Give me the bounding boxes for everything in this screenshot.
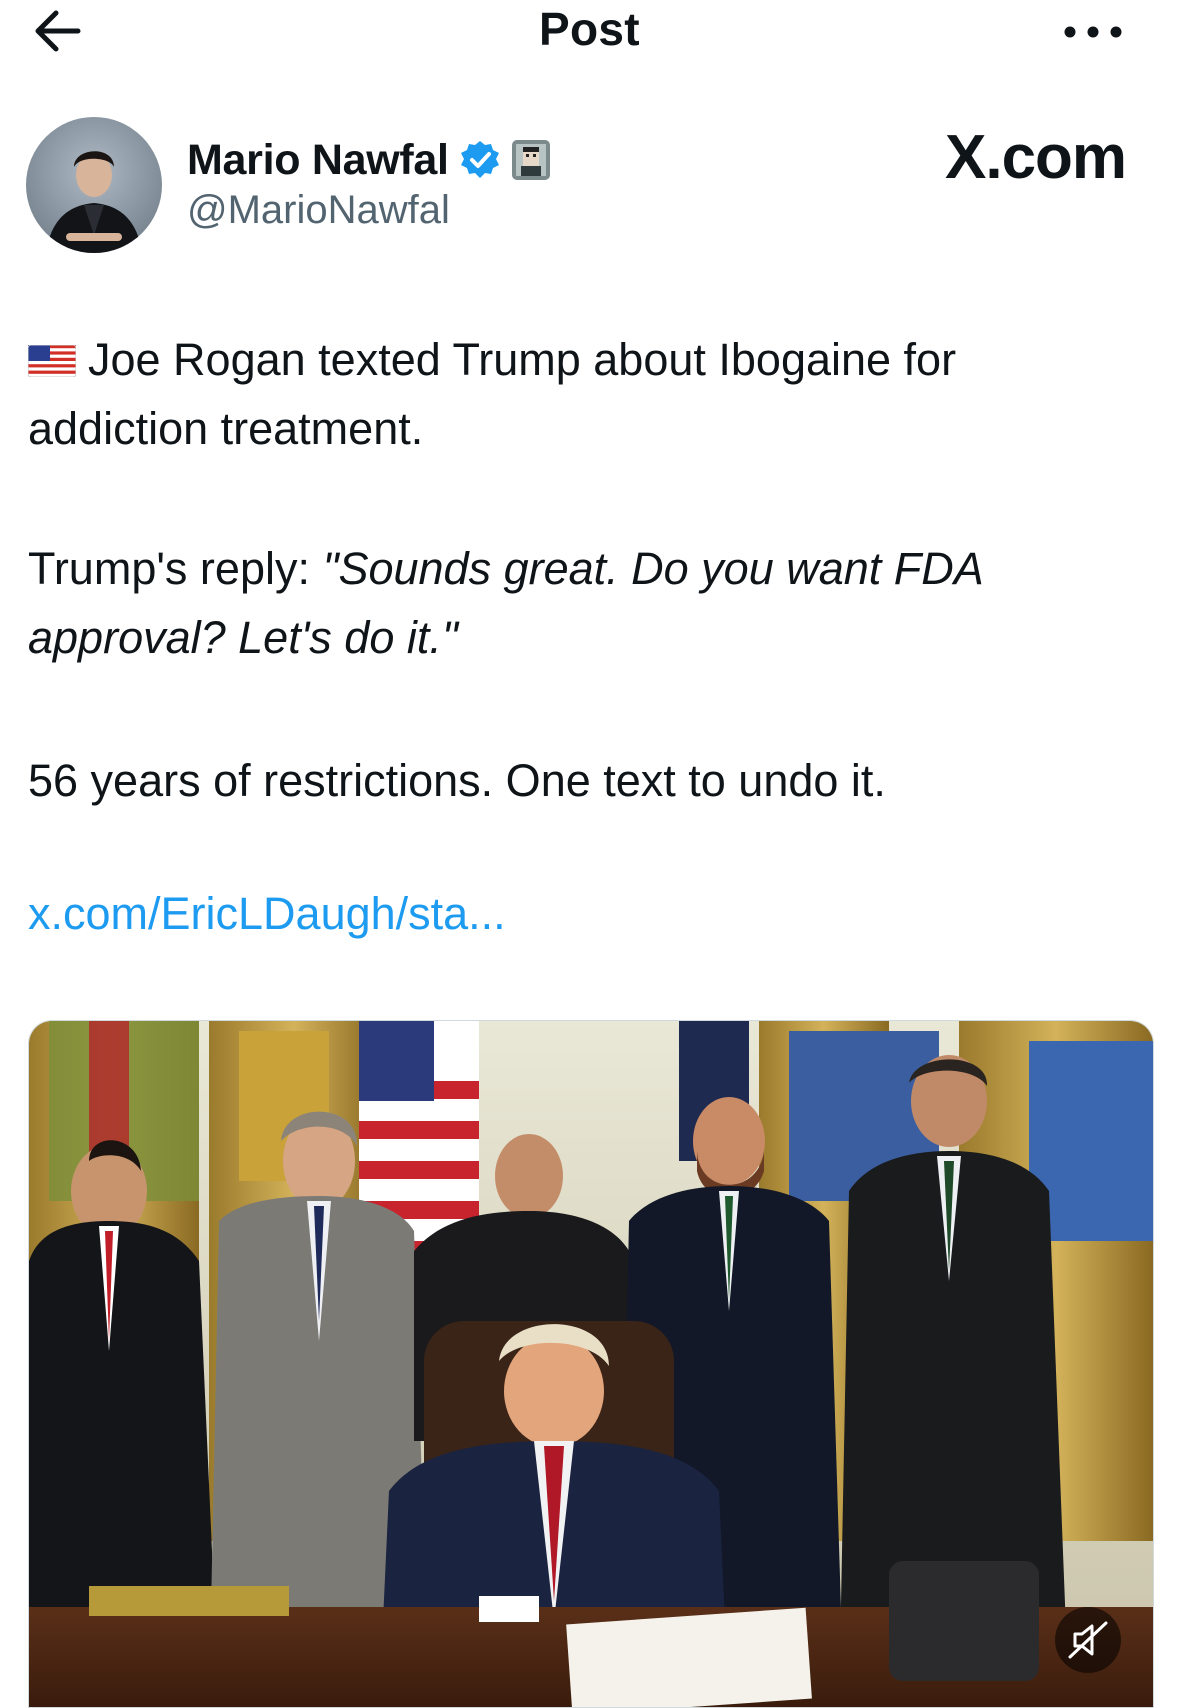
post-text-1: Joe Rogan texted Trump about Ibogaine fo…: [28, 334, 957, 454]
top-bar: Post: [0, 0, 1179, 64]
muted-speaker-icon[interactable]: [1055, 1607, 1121, 1673]
author-name-row[interactable]: Mario Nawfal: [187, 132, 551, 188]
author-handle[interactable]: @MarioNawfal: [187, 188, 450, 233]
us-flag-icon: [28, 345, 76, 377]
author-name[interactable]: Mario Nawfal: [187, 136, 449, 185]
avatar[interactable]: [26, 117, 162, 253]
post-video[interactable]: [28, 1020, 1154, 1708]
xcom-watermark: X.com: [945, 123, 1127, 192]
verified-badge-icon: [460, 141, 499, 178]
post-paragraph-3: 56 years of restrictions. One text to un…: [28, 755, 886, 806]
affiliate-badge-icon: [511, 140, 550, 180]
post-link[interactable]: x.com/EricLDaugh/sta...: [28, 888, 506, 940]
post-paragraph-2: Trump's reply: "Sounds great. Do you wan…: [28, 534, 1148, 672]
post-paragraph-1: Joe Rogan texted Trump about Ibogaine fo…: [28, 325, 1148, 463]
more-icon[interactable]: [1060, 6, 1126, 56]
page-title: Post: [539, 3, 640, 55]
post-text-2-prefix: Trump's reply:: [28, 543, 323, 594]
